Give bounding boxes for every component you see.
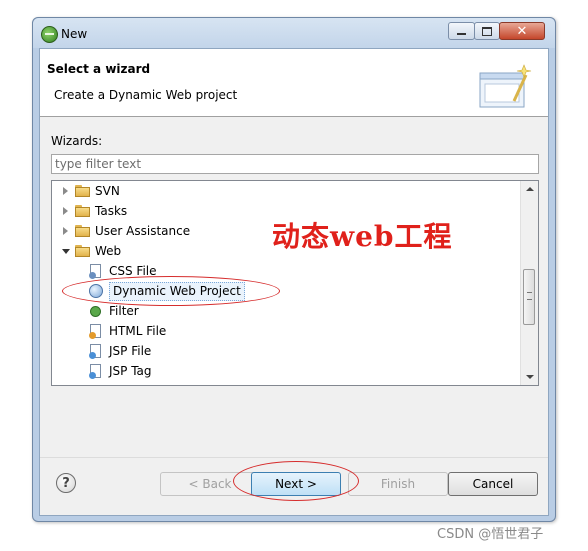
tree-item-label: SVN bbox=[95, 184, 120, 198]
filter-input[interactable] bbox=[51, 154, 539, 174]
tree-item-label: User Assistance bbox=[95, 224, 191, 238]
tree-item-user-assistance[interactable]: User Assistance bbox=[61, 221, 190, 241]
wizard-dialog: New ✕ Select a wizard Create a Dynamic W… bbox=[32, 17, 556, 522]
wizard-header: Select a wizard Create a Dynamic Web pro… bbox=[40, 49, 548, 117]
window-title: New bbox=[61, 27, 88, 41]
maximize-icon bbox=[482, 26, 492, 36]
tree-item-jsp-file[interactable]: JSP File bbox=[89, 341, 151, 361]
jsp-tag-icon bbox=[89, 363, 103, 379]
tree-item-label: JSP Tag bbox=[109, 364, 152, 378]
tree-item-svn[interactable]: SVN bbox=[61, 181, 120, 201]
tree-item-html-file[interactable]: HTML File bbox=[89, 321, 166, 341]
folder-icon bbox=[75, 224, 91, 238]
wizards-label: Wizards: bbox=[51, 134, 103, 148]
highlight-ellipse-next bbox=[233, 461, 359, 501]
collapse-arrow-icon[interactable] bbox=[61, 246, 71, 256]
cancel-button[interactable]: Cancel bbox=[448, 472, 538, 496]
annotation-label: 动态web工程 bbox=[272, 220, 453, 253]
tree-item-label: Web bbox=[95, 244, 122, 258]
folder-icon bbox=[75, 184, 91, 198]
jsp-file-icon bbox=[89, 343, 103, 359]
css-file-icon bbox=[89, 263, 103, 279]
highlight-ellipse-project bbox=[62, 276, 280, 306]
expand-arrow-icon[interactable] bbox=[61, 186, 71, 196]
html-file-icon bbox=[89, 323, 103, 339]
title-bar[interactable]: New ✕ bbox=[33, 18, 555, 48]
close-button[interactable]: ✕ bbox=[499, 22, 545, 40]
open-folder-icon bbox=[75, 244, 91, 258]
close-icon: ✕ bbox=[516, 23, 528, 39]
wizard-banner-icon bbox=[479, 64, 532, 108]
expand-arrow-icon[interactable] bbox=[61, 226, 71, 236]
eclipse-app-icon bbox=[41, 26, 58, 43]
watermark: CSDN @悟世君子 bbox=[437, 527, 544, 542]
header-title: Select a wizard bbox=[47, 62, 151, 76]
folder-icon bbox=[75, 204, 91, 218]
tree-item-jsp-tag[interactable]: JSP Tag bbox=[89, 361, 152, 381]
scroll-down-icon[interactable] bbox=[521, 368, 538, 385]
help-button[interactable]: ? bbox=[56, 473, 76, 493]
expand-arrow-icon[interactable] bbox=[61, 206, 71, 216]
header-description: Create a Dynamic Web project bbox=[54, 88, 238, 102]
vertical-scrollbar[interactable] bbox=[520, 181, 538, 385]
minimize-icon bbox=[457, 33, 466, 35]
footer-separator bbox=[40, 457, 548, 458]
minimize-button[interactable] bbox=[448, 22, 475, 40]
tree-item-label: Tasks bbox=[95, 204, 128, 218]
tree-item-label: Filter bbox=[109, 304, 139, 318]
tree-item-label: JSP File bbox=[109, 344, 152, 358]
tree-item-label: HTML File bbox=[109, 324, 167, 338]
tree-item-tasks[interactable]: Tasks bbox=[61, 201, 127, 221]
tree-item-web[interactable]: Web bbox=[61, 241, 121, 261]
filter-icon bbox=[89, 304, 103, 319]
scroll-up-icon[interactable] bbox=[521, 181, 538, 198]
maximize-button[interactable] bbox=[474, 22, 500, 40]
finish-button[interactable]: Finish bbox=[348, 472, 448, 496]
scroll-thumb[interactable] bbox=[523, 269, 535, 325]
